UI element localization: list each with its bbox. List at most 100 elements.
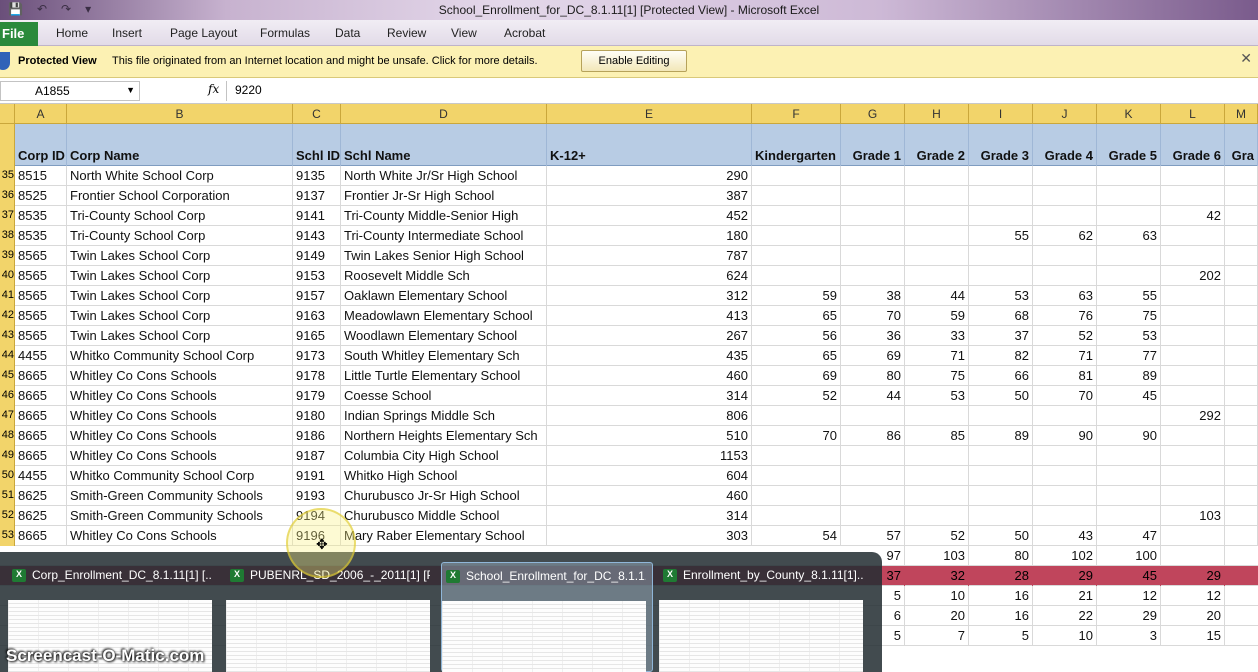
header-grade-3[interactable]: Grade 3 bbox=[969, 124, 1033, 166]
cell-grade-6[interactable] bbox=[1161, 226, 1225, 246]
tab-data[interactable]: Data bbox=[335, 26, 360, 40]
cell-kindergarten[interactable] bbox=[752, 466, 841, 486]
cell-corp-id[interactable]: 8565 bbox=[15, 246, 67, 266]
cell-k12[interactable]: 452 bbox=[547, 206, 752, 226]
cell-grade-3[interactable]: 16 bbox=[969, 606, 1033, 626]
cell-kindergarten[interactable] bbox=[752, 506, 841, 526]
cell-grade-7[interactable] bbox=[1225, 246, 1258, 266]
cell-schl-name[interactable]: South Whitley Elementary Sch bbox=[341, 346, 547, 366]
cell-grade-2[interactable]: 85 bbox=[905, 426, 969, 446]
cell-grade-3[interactable] bbox=[969, 486, 1033, 506]
cell-grade-4[interactable]: 76 bbox=[1033, 306, 1097, 326]
cell-kindergarten[interactable] bbox=[752, 226, 841, 246]
cell-grade-7[interactable] bbox=[1225, 166, 1258, 186]
cell-corp-name[interactable]: North White School Corp bbox=[67, 166, 293, 186]
header-k12[interactable]: K-12+ bbox=[547, 124, 752, 166]
cell-grade-6[interactable]: 20 bbox=[1161, 606, 1225, 626]
cell-k12[interactable]: 303 bbox=[547, 526, 752, 546]
cell-schl-id[interactable]: 9165 bbox=[293, 326, 341, 346]
cell-grade-7[interactable] bbox=[1225, 506, 1258, 526]
cell-grade-5[interactable]: 100 bbox=[1097, 546, 1161, 566]
row-header[interactable] bbox=[0, 124, 15, 166]
cell-grade-2[interactable] bbox=[905, 266, 969, 286]
cell-grade-5[interactable]: 90 bbox=[1097, 426, 1161, 446]
cell-grade-6[interactable] bbox=[1161, 486, 1225, 506]
cell-schl-id[interactable]: 9194 bbox=[293, 506, 341, 526]
cell-kindergarten[interactable] bbox=[752, 166, 841, 186]
row-header[interactable]: 43 bbox=[0, 326, 15, 346]
cell-k12[interactable]: 267 bbox=[547, 326, 752, 346]
cell-grade-4[interactable]: 29 bbox=[1033, 566, 1097, 586]
cell-k12[interactable]: 460 bbox=[547, 366, 752, 386]
cell-schl-name[interactable]: Indian Springs Middle Sch bbox=[341, 406, 547, 426]
cell-k12[interactable]: 314 bbox=[547, 386, 752, 406]
cell-grade-6[interactable] bbox=[1161, 246, 1225, 266]
column-header-a[interactable]: A bbox=[15, 104, 67, 124]
cell-grade-6[interactable] bbox=[1161, 526, 1225, 546]
cell-grade-2[interactable]: 33 bbox=[905, 326, 969, 346]
cell-grade-1[interactable] bbox=[841, 266, 905, 286]
cell-grade-1[interactable]: 38 bbox=[841, 286, 905, 306]
cell-grade-3[interactable] bbox=[969, 446, 1033, 466]
cell-corp-id[interactable]: 8665 bbox=[15, 406, 67, 426]
cell-grade-5[interactable] bbox=[1097, 166, 1161, 186]
cell-corp-id[interactable]: 8625 bbox=[15, 506, 67, 526]
tab-acrobat[interactable]: Acrobat bbox=[504, 26, 545, 40]
cell-corp-name[interactable]: Whitley Co Cons Schools bbox=[67, 366, 293, 386]
cell-grade-6[interactable] bbox=[1161, 466, 1225, 486]
cell-corp-name[interactable]: Tri-County School Corp bbox=[67, 226, 293, 246]
cell-schl-name[interactable]: Northern Heights Elementary Sch bbox=[341, 426, 547, 446]
cell-kindergarten[interactable]: 52 bbox=[752, 386, 841, 406]
cell-grade-4[interactable] bbox=[1033, 186, 1097, 206]
cell-kindergarten[interactable] bbox=[752, 406, 841, 426]
cell-grade-3[interactable]: 82 bbox=[969, 346, 1033, 366]
cell-grade-7[interactable] bbox=[1225, 406, 1258, 426]
cell-corp-id[interactable]: 8565 bbox=[15, 286, 67, 306]
cell-grade-3[interactable]: 28 bbox=[969, 566, 1033, 586]
column-header-c[interactable]: C bbox=[293, 104, 341, 124]
cell-grade-5[interactable]: 45 bbox=[1097, 566, 1161, 586]
cell-grade-4[interactable]: 90 bbox=[1033, 426, 1097, 446]
cell-grade-4[interactable] bbox=[1033, 486, 1097, 506]
cell-grade-5[interactable] bbox=[1097, 266, 1161, 286]
cell-grade-6[interactable] bbox=[1161, 366, 1225, 386]
header-grade-2[interactable]: Grade 2 bbox=[905, 124, 969, 166]
cell-grade-4[interactable] bbox=[1033, 506, 1097, 526]
tab-page-layout[interactable]: Page Layout bbox=[170, 26, 237, 40]
cell-grade-2[interactable] bbox=[905, 186, 969, 206]
cell-corp-name[interactable]: Smith-Green Community Schools bbox=[67, 486, 293, 506]
tab-formulas[interactable]: Formulas bbox=[260, 26, 310, 40]
cell-schl-id[interactable]: 9149 bbox=[293, 246, 341, 266]
cell-grade-6[interactable]: 12 bbox=[1161, 586, 1225, 606]
cell-corp-name[interactable]: Whitko Community School Corp bbox=[67, 346, 293, 366]
cell-grade-3[interactable] bbox=[969, 506, 1033, 526]
cell-grade-2[interactable] bbox=[905, 166, 969, 186]
cell-grade-1[interactable] bbox=[841, 446, 905, 466]
cell-grade-4[interactable]: 10 bbox=[1033, 626, 1097, 646]
row-header[interactable]: 40 bbox=[0, 266, 15, 286]
cell-grade-4[interactable] bbox=[1033, 406, 1097, 426]
header-corp-id[interactable]: Corp ID bbox=[15, 124, 67, 166]
column-header-f[interactable]: F bbox=[752, 104, 841, 124]
cell-grade-4[interactable] bbox=[1033, 166, 1097, 186]
cell-grade-2[interactable]: 75 bbox=[905, 366, 969, 386]
cell-grade-7[interactable] bbox=[1225, 226, 1258, 246]
cell-grade-4[interactable] bbox=[1033, 246, 1097, 266]
row-header[interactable]: 38 bbox=[0, 226, 15, 246]
cell-grade-3[interactable] bbox=[969, 206, 1033, 226]
cell-grade-5[interactable] bbox=[1097, 406, 1161, 426]
cell-schl-id[interactable]: 9153 bbox=[293, 266, 341, 286]
row-header[interactable]: 53 bbox=[0, 526, 15, 546]
thumbnail-enrollment-by-county[interactable]: X Enrollment_by_County_8.1.11[1]... bbox=[659, 562, 867, 672]
select-all-corner[interactable] bbox=[0, 104, 15, 124]
cell-kindergarten[interactable] bbox=[752, 486, 841, 506]
cell-kindergarten[interactable] bbox=[752, 446, 841, 466]
cell-grade-5[interactable] bbox=[1097, 206, 1161, 226]
cell-corp-name[interactable]: Whitley Co Cons Schools bbox=[67, 526, 293, 546]
cell-kindergarten[interactable]: 59 bbox=[752, 286, 841, 306]
cell-grade-4[interactable]: 52 bbox=[1033, 326, 1097, 346]
cell-k12[interactable]: 787 bbox=[547, 246, 752, 266]
cell-schl-name[interactable]: Little Turtle Elementary School bbox=[341, 366, 547, 386]
cell-grade-7[interactable] bbox=[1225, 346, 1258, 366]
cell-corp-id[interactable]: 8625 bbox=[15, 486, 67, 506]
